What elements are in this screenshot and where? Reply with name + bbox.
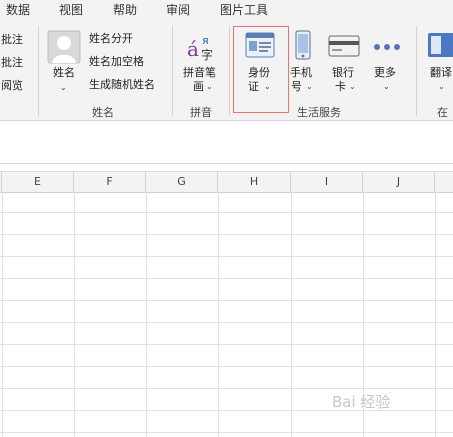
- column-header-e[interactable]: E: [2, 172, 74, 192]
- bank-card-label-2: 卡: [335, 80, 346, 93]
- online-group-label: 在: [437, 106, 448, 119]
- phone-label-2: 号: [291, 80, 302, 93]
- translate-button[interactable]: 翻译 ⌄: [425, 30, 453, 102]
- read-view-button[interactable]: 阅览: [1, 79, 23, 93]
- chevron-down-icon: ⌄: [438, 82, 445, 91]
- grid-hline: [0, 344, 453, 345]
- highlight-box: [233, 26, 289, 113]
- grid-vline: [435, 192, 436, 437]
- pinyin-strokes-button[interactable]: á я 字 拼音笔 画 ⌄: [181, 30, 223, 100]
- name-button[interactable]: 姓名 ⌄: [46, 30, 82, 108]
- pinyin-icon: á я 字: [187, 34, 213, 62]
- chevron-down-icon: ⌄: [206, 82, 213, 91]
- separator: [229, 26, 230, 116]
- bank-card-icon: [328, 35, 360, 57]
- annotate-top-button[interactable]: 批注: [1, 33, 23, 47]
- name-button-label: 姓名: [53, 66, 75, 79]
- chevron-down-icon: ⌄: [60, 83, 67, 92]
- chevron-down-icon: ⌄: [383, 82, 390, 91]
- pinyin-group-label: 拼音: [190, 106, 212, 119]
- ribbon: 批注 批注 阅览 姓名 ⌄ 姓名分开 姓名加空格 生成随机姓名 姓名 á я 字…: [0, 20, 453, 120]
- column-header-j[interactable]: J: [363, 172, 435, 192]
- bank-card-button[interactable]: 银行 卡 ⌄: [327, 30, 363, 102]
- svg-text:á: á: [187, 37, 199, 61]
- svg-text:字: 字: [201, 47, 213, 62]
- pinyin-strokes-label-1: 拼音笔: [183, 66, 216, 79]
- separator: [416, 26, 417, 116]
- svg-text:я: я: [202, 34, 209, 47]
- column-header-f[interactable]: F: [74, 172, 146, 192]
- menu-picture-tools[interactable]: 图片工具: [220, 1, 268, 18]
- grid-hline: [0, 322, 453, 323]
- menu-view[interactable]: 视图: [59, 1, 83, 18]
- watermark: Bai 经验: [332, 393, 391, 411]
- random-name-button[interactable]: 生成随机姓名: [89, 78, 155, 92]
- grid-hline: [0, 432, 453, 433]
- name-group-label: 姓名: [92, 106, 114, 119]
- phone-number-button[interactable]: 手机 号 ⌄: [289, 30, 321, 102]
- separator: [172, 26, 173, 116]
- chevron-down-icon: ⌄: [306, 82, 313, 91]
- grid-vline: [218, 192, 219, 437]
- grid-vline: [146, 192, 147, 437]
- grid-hline: [0, 278, 453, 279]
- name-split-button[interactable]: 姓名分开: [89, 32, 133, 46]
- menu-help[interactable]: 帮助: [113, 1, 137, 18]
- person-icon: [47, 30, 81, 64]
- name-add-space-button[interactable]: 姓名加空格: [89, 55, 144, 69]
- life-services-group-label: 生活服务: [297, 106, 341, 119]
- column-header-row: E F G H I J: [0, 171, 453, 193]
- menu-bar: 数据 视图 帮助 审阅 图片工具: [0, 0, 453, 20]
- grid-vline: [2, 192, 3, 437]
- bank-card-label-1: 银行: [332, 66, 354, 79]
- annotate-mid-button[interactable]: 批注: [1, 56, 23, 70]
- translate-label: 翻译: [430, 66, 452, 79]
- grid-hline: [0, 300, 453, 301]
- more-dots-icon: [374, 44, 400, 50]
- more-label: 更多: [374, 66, 396, 79]
- grid-vline: [74, 192, 75, 437]
- more-button[interactable]: 更多 ⌄: [370, 30, 404, 102]
- column-header-i[interactable]: I: [291, 172, 363, 192]
- grid-hline: [0, 366, 453, 367]
- grid-vline: [291, 192, 292, 437]
- menu-data[interactable]: 数据: [6, 1, 30, 18]
- grid-hline: [0, 256, 453, 257]
- translate-icon: [428, 33, 453, 57]
- phone-icon: [295, 30, 311, 60]
- grid-hline: [0, 234, 453, 235]
- grid-hline: [0, 212, 453, 213]
- menu-review[interactable]: 审阅: [166, 1, 190, 18]
- pinyin-strokes-label-2: 画: [193, 80, 204, 93]
- column-header-g[interactable]: G: [146, 172, 218, 192]
- chevron-down-icon: ⌄: [349, 82, 356, 91]
- phone-label-1: 手机: [290, 66, 312, 79]
- formula-bar-area[interactable]: [0, 121, 453, 164]
- column-header-h[interactable]: H: [218, 172, 291, 192]
- grid-hline: [0, 388, 453, 389]
- separator: [38, 26, 39, 116]
